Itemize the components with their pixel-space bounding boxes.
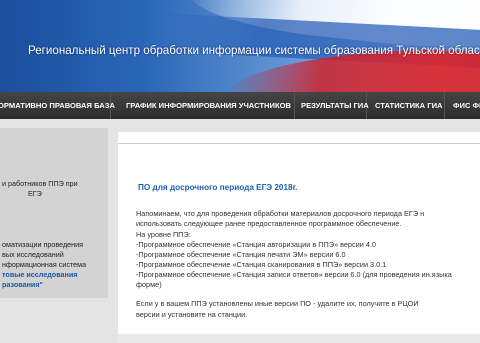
- ppe-heading: На уровне ППЭ:: [136, 230, 191, 239]
- sidebar-link-monitoring[interactable]: товые исследования: [2, 270, 77, 279]
- article-text: Напоминаем, что для проведения обработки…: [136, 209, 425, 218]
- software-item: -Программное обеспечение «Станция печати…: [136, 250, 346, 259]
- nav-item-statistics[interactable]: СТАТИСТИКА ГИА: [367, 92, 445, 119]
- article-title[interactable]: ПО для досрочного периода ЕГЭ 2018г.: [138, 183, 297, 192]
- bottom-strip: [118, 334, 480, 343]
- divider: [118, 143, 480, 144]
- main-navigation: ОРМАТИВНО ПРАВОВАЯ БАЗА ГРАФИК ИНФОРМИРО…: [0, 92, 480, 119]
- sidebar-text: оматизации проведения: [2, 240, 84, 249]
- sidebar-text: ЕГЭ: [28, 189, 42, 198]
- sidebar-text: и работников ППЭ при: [2, 179, 78, 188]
- software-item: -Программное обеспечение «Станция записи…: [136, 270, 452, 279]
- site-header: Региональный центр обработки информации …: [0, 0, 480, 92]
- software-item: -Программное обеспечение «Станция автори…: [136, 240, 376, 249]
- article-text: использовать следующее ранее предоставле…: [136, 219, 402, 228]
- software-item: -Программное обеспечение «Станция сканир…: [136, 260, 387, 269]
- sidebar-link-monitoring-cont[interactable]: разования": [2, 280, 43, 289]
- nav-item-schedule[interactable]: ГРАФИК ИНФОРМИРОВАНИЯ УЧАСТНИКОВ: [117, 92, 295, 119]
- sidebar-text: нформационная система: [2, 260, 87, 269]
- software-item: форме): [136, 280, 162, 289]
- nav-item-results[interactable]: РЕЗУЛЬТАТЫ ГИА: [295, 92, 369, 119]
- nav-item-fis[interactable]: ФИС ФР: [445, 92, 480, 119]
- sidebar: и работников ППЭ при ЕГЭ оматизации пров…: [0, 128, 108, 298]
- sidebar-text: вых исследований: [2, 250, 64, 259]
- nav-item-normative-base[interactable]: ОРМАТИВНО ПРАВОВАЯ БАЗА: [0, 92, 115, 119]
- site-title: Региональный центр обработки информации …: [28, 44, 480, 57]
- article-text: Если у в вашем ППЭ установлены иные верс…: [136, 299, 419, 308]
- article-text: версии и установите на станции.: [136, 310, 248, 319]
